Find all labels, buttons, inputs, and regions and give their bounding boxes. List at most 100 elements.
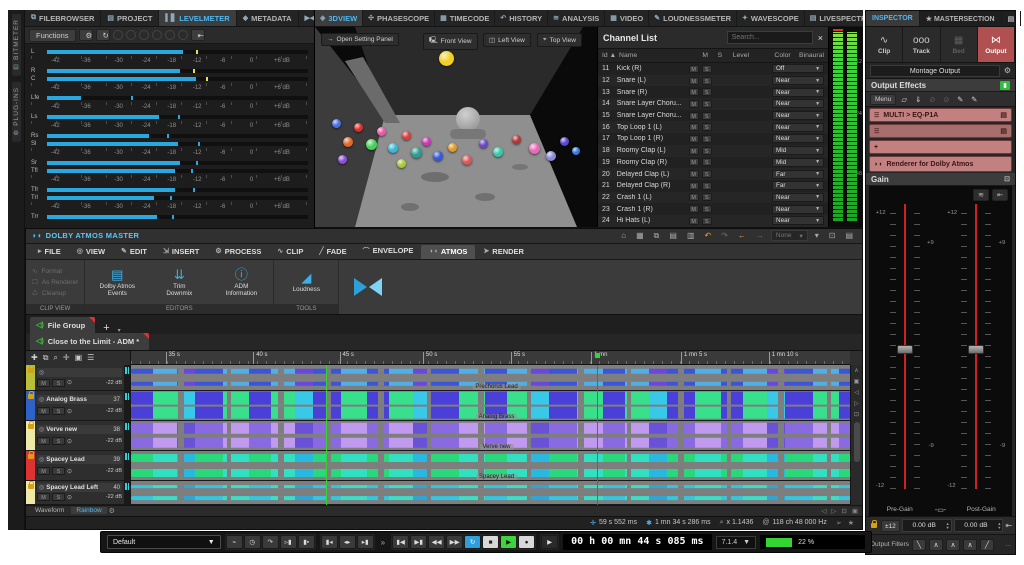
- titlebar-icon[interactable]: →: [753, 231, 767, 240]
- solo-button[interactable]: S: [701, 134, 712, 143]
- binaural-select[interactable]: Near ▼: [772, 216, 825, 226]
- audio-object-sphere[interactable]: [377, 127, 387, 136]
- gain-range-button[interactable]: ±12: [881, 519, 900, 532]
- filter-shape-button[interactable]: ∧: [929, 538, 944, 551]
- titlebar-icon[interactable]: ▦: [633, 231, 647, 240]
- effects-menu-button[interactable]: Menu: [870, 93, 897, 105]
- titlebar-icon[interactable]: ↶: [702, 231, 715, 240]
- gear-icon[interactable]: ⚙: [109, 507, 115, 515]
- transport-button[interactable]: ▶▮: [410, 535, 428, 549]
- reset-icon[interactable]: ↻: [95, 29, 110, 41]
- channel-row[interactable]: 24 Hi Hats (L) M S Near ▼: [598, 214, 828, 227]
- montage-tool-icon[interactable]: ▣: [75, 353, 83, 362]
- settings-gear-icon[interactable]: ⚙: [78, 29, 93, 41]
- reset-gain-icon[interactable]: ⇤: [992, 189, 1008, 201]
- transport-marker-button[interactable]: ▸▮: [356, 535, 374, 549]
- track-mute-button[interactable]: M: [37, 437, 50, 446]
- track-mute-button[interactable]: M: [37, 378, 50, 387]
- channel-row[interactable]: 18 Roomy Clap (L) M S Mid ▼: [598, 144, 828, 157]
- spinner-arrows-icon[interactable]: ▲ ▼: [997, 521, 1002, 530]
- track-color-swatch[interactable]: [26, 450, 35, 480]
- track-header[interactable]: ◎ Spacey Lead Left 40 M S ⊙ -22 dB: [26, 480, 131, 504]
- mute-button[interactable]: M: [688, 146, 699, 155]
- meter-mode-icon[interactable]: ≋: [973, 189, 989, 201]
- fader-handle[interactable]: [968, 344, 985, 354]
- panel-tab[interactable]: ✎ LOUDNESSMETER: [649, 10, 738, 26]
- column-header[interactable]: Id ▲: [602, 52, 619, 59]
- meter-slot-icon[interactable]: [151, 30, 162, 40]
- track-solo-button[interactable]: S: [52, 467, 65, 476]
- channel-row[interactable]: 12 Snare (L) M S Near ▼: [598, 74, 828, 87]
- titlebar-icon[interactable]: ↷: [718, 231, 731, 240]
- fit-view-icon[interactable]: ⊡: [841, 507, 846, 515]
- track-name[interactable]: Spacey Lead Left: [46, 484, 111, 491]
- mute-button[interactable]: M: [688, 64, 699, 73]
- filter-shape-button[interactable]: ╲: [912, 538, 927, 551]
- menu-tab[interactable]: ⇲ INSERT: [155, 245, 207, 259]
- montage-output-select[interactable]: Montage Output: [870, 64, 1000, 77]
- filter-shape-button[interactable]: ∧: [946, 538, 961, 551]
- routing-icon[interactable]: ⊙: [67, 494, 72, 501]
- lock-icon[interactable]: [27, 420, 34, 429]
- lock-icon[interactable]: [27, 364, 34, 373]
- column-header[interactable]: S: [718, 52, 733, 59]
- front-view-button[interactable]: 🖳 Front View: [423, 33, 478, 50]
- lock-icon[interactable]: [869, 520, 879, 528]
- audio-object-sphere[interactable]: [396, 159, 406, 168]
- dock-tab[interactable]: ◍ PLUG-INS: [11, 81, 21, 142]
- audio-object-sphere[interactable]: [492, 147, 503, 157]
- track-gain[interactable]: -22 dB: [106, 438, 122, 444]
- file-group-tab[interactable]: ◁) File Group: [30, 316, 96, 334]
- solo-button[interactable]: S: [701, 181, 712, 190]
- track-lane[interactable]: [131, 480, 862, 504]
- audio-object-sphere[interactable]: [331, 119, 341, 128]
- filter-shape-button[interactable]: ╱: [980, 538, 995, 551]
- track-gain[interactable]: -22 dB: [106, 494, 122, 500]
- channel-row[interactable]: 13 Snare (R) M S Near ▼: [598, 86, 828, 99]
- column-header[interactable]: Color: [774, 52, 799, 59]
- solo-button[interactable]: S: [701, 88, 712, 97]
- track-solo-button[interactable]: S: [52, 407, 65, 416]
- reset-peaks-icon[interactable]: ⇤: [190, 29, 205, 41]
- snap-icon[interactable]: ▣: [852, 507, 858, 515]
- track-solo-button[interactable]: S: [52, 493, 65, 502]
- playback-cursor[interactable]: [596, 364, 598, 505]
- panel-tab[interactable]: ✣ PHASESCOPE: [363, 10, 436, 26]
- track-header[interactable]: ◎ Analog Brass 37 M S ⊙ -22 dB: [26, 390, 131, 420]
- mute-button[interactable]: M: [688, 111, 699, 120]
- audio-object-sphere[interactable]: [439, 51, 455, 66]
- audio-object-sphere[interactable]: [461, 155, 472, 165]
- routing-icon[interactable]: ⊙: [67, 468, 72, 475]
- status-tail-icon[interactable]: ➢: [836, 519, 842, 527]
- mute-button[interactable]: M: [688, 181, 699, 190]
- track-gain[interactable]: -22 dB: [106, 380, 122, 386]
- panel-menu-icon[interactable]: ▤: [1002, 11, 1022, 26]
- effect-slot-empty[interactable]: ☰ ▤: [869, 124, 1012, 138]
- binaural-select[interactable]: Near ▼: [772, 122, 825, 132]
- column-header[interactable]: M: [702, 52, 717, 59]
- channel-row[interactable]: 15 Snare Layer Choru... M S Near ▼: [598, 109, 828, 122]
- montage-tool-icon[interactable]: ☰: [87, 353, 94, 362]
- panel-tab[interactable]: ▦ TIMECODE: [435, 10, 496, 26]
- track-mute-button[interactable]: M: [37, 493, 50, 502]
- solo-button[interactable]: S: [701, 64, 712, 73]
- transport-button[interactable]: ▶▶: [446, 535, 464, 549]
- audio-object-sphere[interactable]: [571, 147, 580, 155]
- scroll-right-icon[interactable]: ▷: [831, 507, 836, 515]
- mute-button[interactable]: M: [688, 216, 699, 225]
- edit-all-pencil-icon[interactable]: ✎: [968, 95, 980, 104]
- inspector-tab[interactable]: ★ MASTERSECTION: [920, 11, 1002, 26]
- binaural-select[interactable]: Near ▼: [772, 134, 825, 144]
- transport-option-button[interactable]: ↷: [261, 535, 279, 549]
- mute-button[interactable]: M: [688, 88, 699, 97]
- mute-button[interactable]: M: [688, 205, 699, 214]
- track-lane[interactable]: Spacey Lead: [131, 450, 862, 480]
- edit-cursor[interactable]: [325, 364, 327, 505]
- transport-button[interactable]: ◀◀: [428, 535, 446, 549]
- titlebar-icon[interactable]: ⌂: [618, 231, 629, 240]
- transport-button[interactable]: ↻: [464, 535, 482, 549]
- audio-object-sphere[interactable]: [410, 147, 422, 158]
- track-name[interactable]: Analog Brass: [46, 396, 111, 403]
- monitor-playback-button[interactable]: ▶: [541, 535, 559, 549]
- scroll-left-icon[interactable]: ◁: [821, 507, 826, 515]
